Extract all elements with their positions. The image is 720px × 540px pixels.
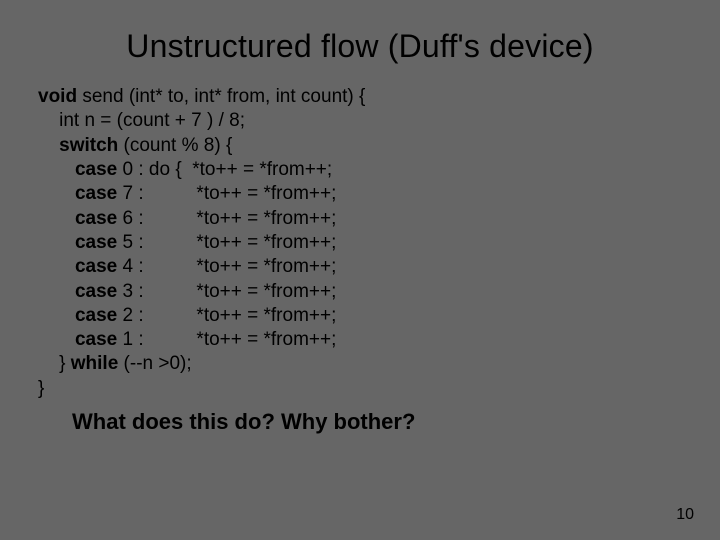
ind-11 [38,329,75,350]
kw-case-5: case [75,232,117,253]
ind-7 [38,232,75,253]
kw-switch: switch [59,135,118,156]
ind-9 [38,281,75,302]
line-7: 5 : *to++ = *from++; [117,232,336,253]
ind-10 [38,305,75,326]
line-8: 4 : *to++ = *from++; [117,256,336,277]
slide-title: Unstructured flow (Duff's device) [38,28,682,65]
line-2: int n = (count + 7 ) / 8; [38,110,245,131]
ind-12: } [38,353,71,374]
code-block: void send (int* to, int* from, int count… [38,85,682,401]
kw-case-0: case [75,159,117,180]
line-10: 2 : *to++ = *from++; [117,305,336,326]
ind-3 [38,135,59,156]
line-4: 0 : do { *to++ = *from++; [117,159,332,180]
line-12: (--n >0); [118,353,191,374]
kw-case-2: case [75,305,117,326]
line-3: (count % 8) { [118,135,232,156]
kw-case-1: case [75,329,117,350]
line-5: 7 : *to++ = *from++; [117,183,336,204]
ind-4 [38,159,75,180]
kw-case-6: case [75,208,117,229]
line-9: 3 : *to++ = *from++; [117,281,336,302]
page-number: 10 [676,506,694,524]
kw-case-3: case [75,281,117,302]
ind-8 [38,256,75,277]
slide-question: What does this do? Why bother? [72,409,682,435]
line-6: 6 : *to++ = *from++; [117,208,336,229]
kw-case-7: case [75,183,117,204]
kw-case-4: case [75,256,117,277]
line-1: send (int* to, int* from, int count) { [77,86,365,107]
line-11: 1 : *to++ = *from++; [117,329,336,350]
ind-5 [38,183,75,204]
kw-void: void [38,86,77,107]
ind-6 [38,208,75,229]
kw-while: while [71,353,119,374]
slide: Unstructured flow (Duff's device) void s… [0,0,720,540]
line-13: } [38,378,44,399]
